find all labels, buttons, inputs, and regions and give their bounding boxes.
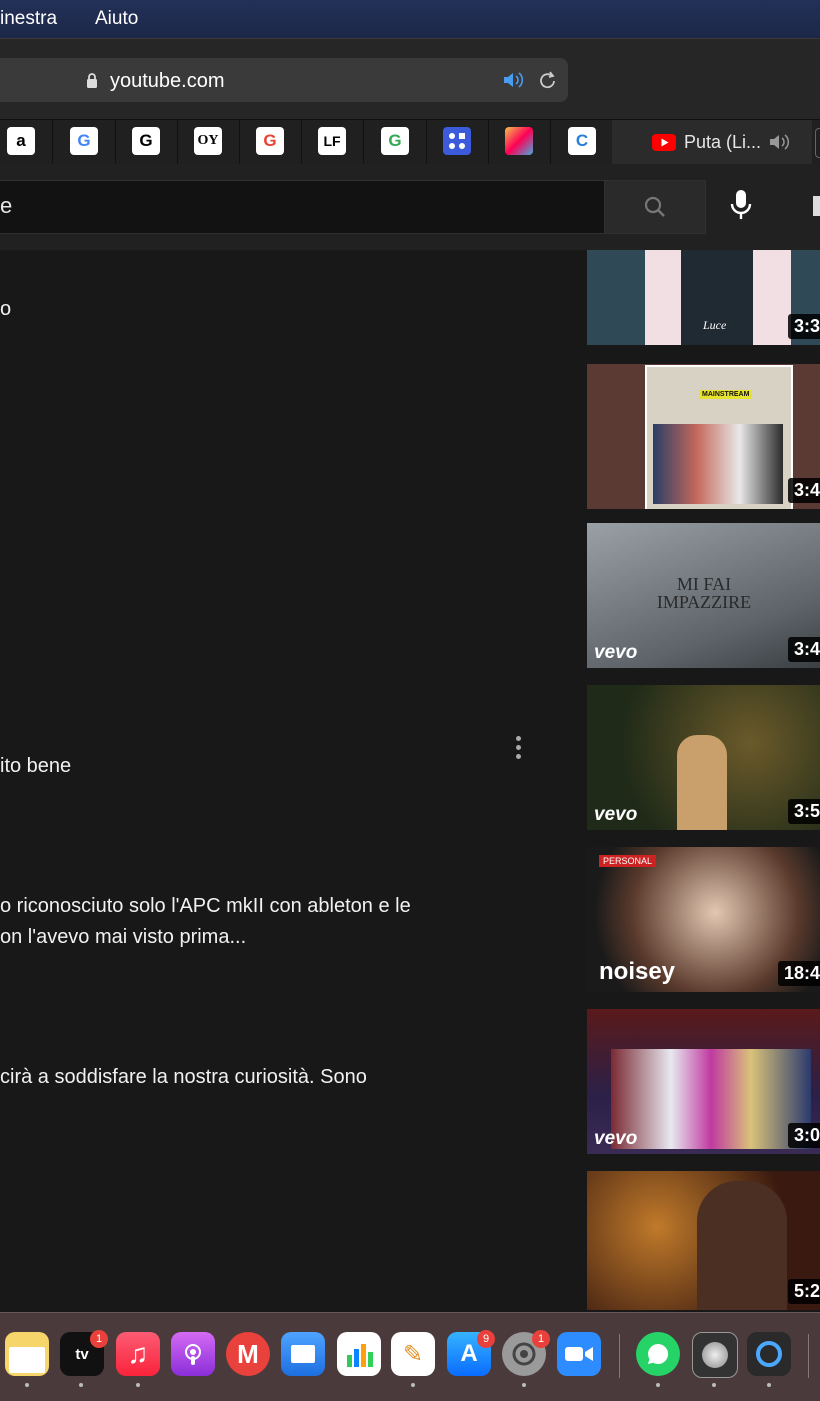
thumbnail-overlay-text: PERSONAL [599, 855, 657, 867]
lock-icon [87, 73, 97, 88]
grid-app-icon[interactable] [443, 127, 471, 155]
disk-utility-icon[interactable] [692, 1332, 738, 1378]
video-thumbnail[interactable]: 5:2 [587, 1171, 820, 1310]
video-duration: 18:4 [777, 961, 820, 986]
c-app-icon[interactable]: C [568, 127, 596, 155]
video-thumbnail[interactable]: Luce 3:3 [587, 250, 820, 345]
google-icon[interactable]: G [381, 127, 409, 155]
comment-text: cirà a soddisfare la nostra curiosità. S… [0, 1066, 367, 1088]
amazon-icon[interactable]: a [7, 127, 35, 155]
video-thumbnail[interactable]: vevo 3:5 [587, 685, 820, 830]
comment-text: o riconosciuto solo l'APC mkII con ablet… [0, 895, 411, 917]
tab-audio-icon[interactable] [768, 133, 790, 151]
tab-title[interactable]: Puta (Li... [684, 132, 761, 153]
colorful-app-icon[interactable] [505, 127, 533, 155]
lf-icon[interactable]: LF [318, 127, 346, 155]
video-thumbnail[interactable]: MI FAI IMPAZZIRE vevo 3:4 [587, 523, 820, 668]
thumbnail-overlay-text: Luce [703, 318, 727, 332]
g-icon[interactable]: G [132, 127, 160, 155]
comment-menu-icon[interactable] [514, 736, 522, 762]
notification-badge: 9 [477, 1330, 495, 1348]
video-duration: 3:4 [787, 478, 820, 503]
thumbnail-overlay-text: MI FAI IMPAZZIRE [656, 574, 752, 612]
vevo-logo: vevo [594, 1128, 638, 1149]
video-thumbnail[interactable]: vevo 3:0 [587, 1009, 820, 1154]
video-duration: 3:3 [787, 314, 820, 339]
numbers-app-icon[interactable] [337, 1332, 381, 1376]
quicktime-icon[interactable] [747, 1332, 791, 1376]
keynote-app-icon[interactable] [281, 1332, 325, 1376]
notification-badge: 1 [532, 1330, 550, 1348]
google-icon[interactable]: G [70, 127, 98, 155]
video-duration: 5:2 [787, 1279, 820, 1304]
search-query[interactable]: e [0, 193, 12, 219]
vevo-logo: vevo [594, 804, 638, 825]
video-thumbnail[interactable]: MAINSTREAM 3:4 [587, 364, 820, 509]
thumbnail-overlay-text: MAINSTREAM [699, 390, 753, 399]
search-input[interactable] [0, 180, 606, 234]
reload-icon[interactable] [538, 69, 558, 91]
menu-item-aiuto[interactable]: Aiuto [95, 8, 138, 30]
microphone-icon[interactable] [728, 186, 754, 224]
comment-text: o [0, 298, 12, 320]
comment-text: ito bene [0, 755, 72, 777]
tab-overflow[interactable] [815, 128, 820, 158]
pages-app-icon[interactable]: ✎ [391, 1332, 435, 1376]
create-video-icon[interactable] [813, 196, 820, 216]
video-thumbnail[interactable]: PERSONAL noisey 18:4 [587, 847, 820, 992]
speaker-icon[interactable] [502, 70, 524, 90]
notes-app-icon[interactable] [5, 1332, 49, 1376]
google-icon[interactable]: G [256, 127, 284, 155]
comment-text: on l'avevo mai visto prima... [0, 926, 247, 948]
youtube-favicon-icon [652, 134, 676, 151]
zoom-app-icon[interactable] [557, 1332, 601, 1376]
mail-app-icon[interactable]: M [226, 1332, 270, 1376]
video-duration: 3:4 [787, 637, 820, 662]
search-button[interactable] [604, 180, 706, 234]
podcasts-app-icon[interactable] [171, 1332, 215, 1376]
oy-icon[interactable]: OY [194, 127, 222, 155]
menu-bar: inestra Aiuto [0, 0, 820, 38]
whatsapp-icon[interactable] [636, 1332, 680, 1376]
notification-badge: 1 [90, 1330, 108, 1348]
video-duration: 3:5 [787, 799, 820, 824]
menu-item-finestra[interactable]: inestra [0, 8, 57, 30]
search-icon [644, 196, 665, 217]
url-text[interactable]: youtube.com [110, 70, 225, 93]
noisey-logo: noisey [599, 958, 676, 985]
music-app-icon[interactable]: ♫ [116, 1332, 160, 1376]
video-duration: 3:0 [787, 1123, 820, 1148]
vevo-logo: vevo [594, 642, 638, 663]
